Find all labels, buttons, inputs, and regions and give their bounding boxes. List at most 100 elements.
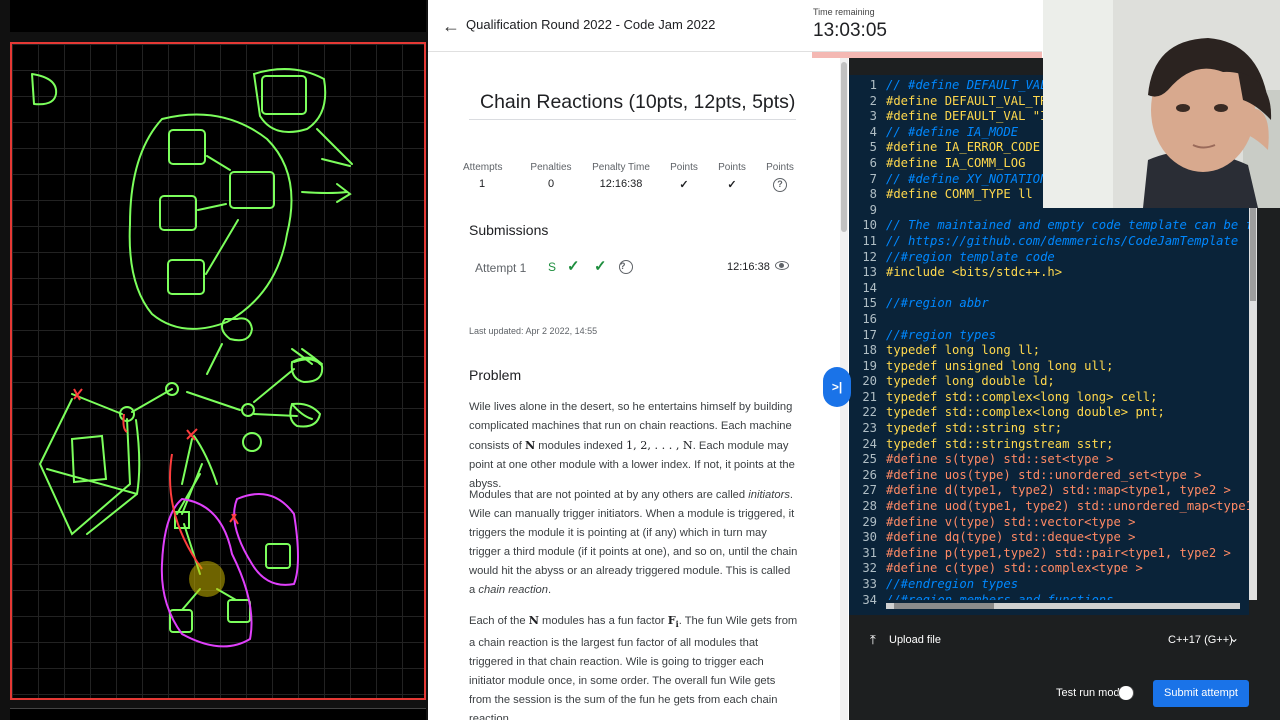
text: Each of the [469,615,529,627]
contest-title: Qualification Round 2022 - Code Jam 2022 [466,17,716,32]
check-icon: ✓ [727,179,737,191]
line-number: 32 [862,561,877,576]
line-number: 10 [862,218,877,233]
code-line: 27 #define d(type1, type2) std::map<type1… [849,483,1249,499]
line-number: 4 [869,124,877,139]
line-number: 27 [862,483,877,498]
line-number: 2 [869,93,877,108]
stat-attempts: Attempts 1 [463,162,502,190]
code-line: 16 [849,312,1249,328]
math-n: N [524,438,536,452]
stat-label: Penalties [530,162,572,173]
stat-value: 1 [478,178,486,190]
code-text: // #define XY_NOTATION [886,171,1048,186]
line-number: 29 [862,514,877,529]
check-icon: ✓ [679,179,689,191]
drawing-board[interactable] [10,42,426,700]
stat-label: Points [766,162,794,173]
test-run-toggle[interactable] [1118,686,1134,700]
text: . Wile can manually trigger initiators. … [469,489,798,596]
line-number: 24 [862,436,877,451]
code-text: #define uos(type) std::unordered_set<typ… [886,467,1202,482]
scrollbar-thumb[interactable] [841,62,847,232]
problem-paragraph-2: Modules that are not pointed at by any o… [469,486,799,600]
emphasis: initiators [748,489,790,501]
drawing-canvas-area [0,0,428,720]
line-number: 6 [869,155,877,170]
code-line: 30 #define dq(type) std::deque<type > [849,530,1249,546]
code-text: typedef unsigned long long ull; [886,358,1114,373]
line-number: 30 [862,530,877,545]
upload-icon[interactable]: ⤒ [870,633,882,647]
arrow-left-icon[interactable]: ← [442,16,462,36]
eye-icon[interactable] [775,261,789,270]
code-line: 26 #define uos(type) std::unordered_set<t… [849,468,1249,484]
problem-panel: Chain Reactions (10pts, 12pts, 5pts) Att… [428,58,840,720]
hand-drawn-sketch [31,68,353,648]
stat-points-2: Points ✓ [715,162,749,191]
problem-paragraph-1: Wile lives alone in the desert, so he en… [469,398,799,494]
math-n: N [528,613,539,627]
submission-row[interactable]: Attempt 1 S ✓ ✓ ? 12:16:38 [469,254,799,280]
code-line: 23 typedef std::string str; [849,421,1249,437]
code-line: 22 typedef std::complex<long double> pnt; [849,405,1249,421]
contest-header: ← Qualification Round 2022 - Code Jam 20… [428,0,1042,52]
chevron-down-icon[interactable]: ⌄ [1229,631,1239,645]
webcam-overlay [1043,0,1280,208]
stat-penalty-time: Penalty Time 12:16:38 [589,162,653,190]
code-line: 18 typedef long long ll; [849,343,1249,359]
problem-title: Chain Reactions (10pts, 12pts, 5pts) [480,91,796,113]
line-number: 18 [862,343,877,358]
collapse-panel-button[interactable]: >| [823,367,851,407]
time-remaining-label: Time remaining [813,7,875,17]
line-number: 20 [862,374,877,389]
help-icon[interactable]: ? [619,260,633,274]
submission-status-letter: S [548,260,557,274]
score-stats: Attempts 1 Penalties 0 Penalty Time 12:1… [463,162,803,202]
stat-label: Points [718,162,746,173]
upload-file-button[interactable]: Upload file [889,634,941,646]
stat-penalties: Penalties 0 [529,162,573,190]
webcam-person-image [1043,0,1280,208]
language-select[interactable]: C++17 (G++) [1168,634,1233,646]
code-line: 14 [849,281,1249,297]
code-line: 10 // The maintained and empty code templ… [849,218,1249,234]
line-number: 9 [869,202,877,217]
code-line: 19 typedef unsigned long long ull; [849,359,1249,375]
code-line: 21 typedef std::complex<long long> cell; [849,390,1249,406]
code-text: #define s(type) std::set<type > [886,452,1114,467]
code-line: 29 #define v(type) std::vector<type > [849,515,1249,531]
line-number: 15 [862,296,877,311]
line-number: 14 [862,280,877,295]
code-line: 17 //#region types [849,328,1249,344]
code-text: #define d(type1, type2) std::map<type1, … [886,483,1231,498]
line-number: 19 [862,358,877,373]
stat-label: Points [670,162,698,173]
code-text: //#endregion types [886,577,1019,591]
code-text: typedef std::complex<long double> pnt; [886,405,1165,420]
text: modules indexed [535,440,627,452]
line-number: 5 [869,140,877,155]
code-text: typedef std::complex<long long> cell; [886,389,1158,404]
code-line: 25 #define s(type) std::set<type > [849,452,1249,468]
toggle-knob [1119,686,1133,700]
code-line: 24 typedef std::stringstream sstr; [849,437,1249,453]
editor-horizontal-scrollbar[interactable] [880,600,1249,612]
code-text: // #define DEFAULT_VAL_ [886,78,1055,92]
submit-attempt-button[interactable]: Submit attempt [1153,680,1249,707]
math-f: F [667,613,676,627]
problem-paragraph-3: Each of the N modules has a fun factor F… [469,611,799,720]
line-number: 31 [862,545,877,560]
emphasis: chain reaction [478,584,548,596]
code-line: 12 //#region template code [849,250,1249,266]
code-text: //#region types [886,327,997,342]
code-text: #define c(type) std::complex<type > [886,561,1143,576]
help-icon[interactable]: ? [773,178,787,192]
code-line: 33 //#endregion types [849,577,1249,593]
scrollbar-thumb[interactable] [894,603,994,609]
stat-label: Penalty Time [592,162,650,173]
code-line: 13 #include <bits/stdc++.h> [849,265,1249,281]
line-number: 21 [862,389,877,404]
text: modules has a fun factor [538,615,668,627]
code-text: typedef long long ll; [886,343,1041,358]
